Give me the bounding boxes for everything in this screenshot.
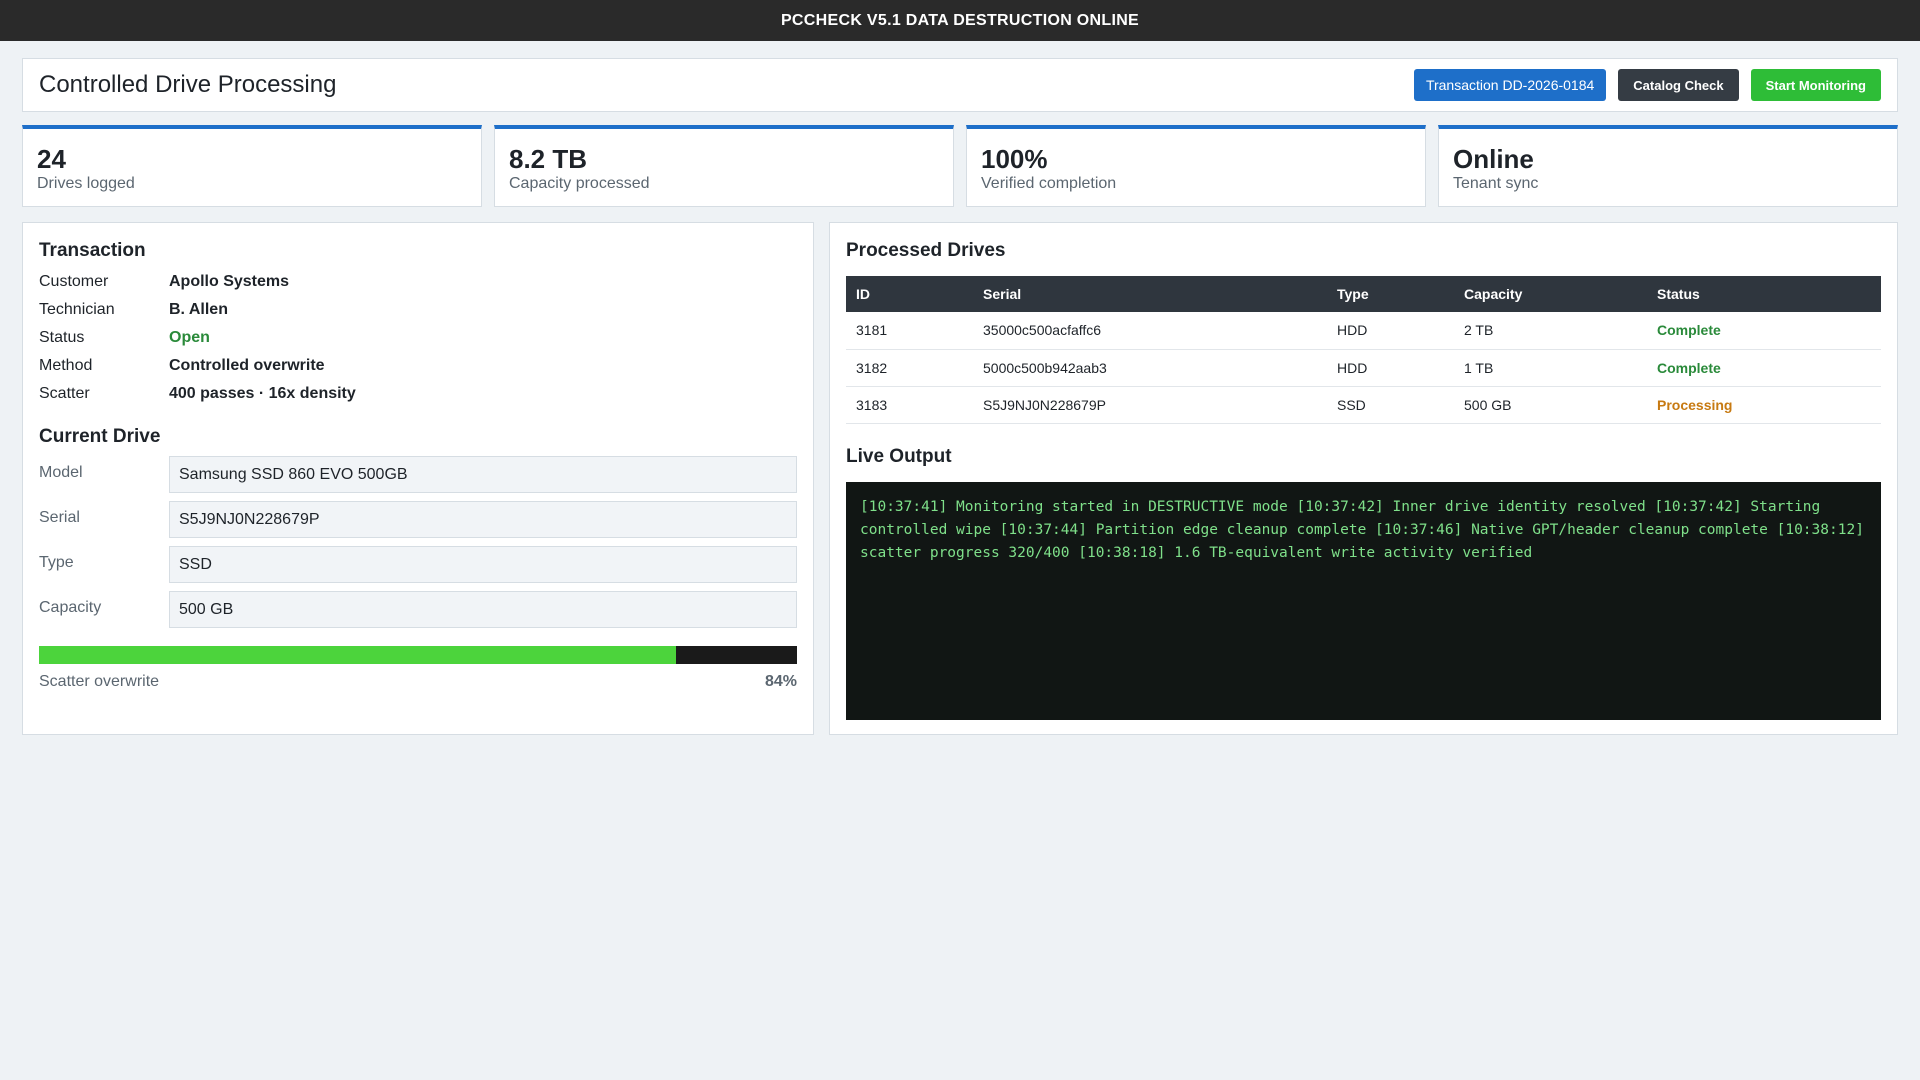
transaction-row-method: Method Controlled overwrite bbox=[39, 352, 797, 380]
stat-card-tenant-sync: Online Tenant sync bbox=[1438, 125, 1898, 207]
cell-type: SSD bbox=[1327, 386, 1454, 424]
transaction-key: Technician bbox=[39, 301, 115, 318]
cell-id: 3181 bbox=[846, 312, 973, 350]
column-header-type: Type bbox=[1337, 286, 1369, 302]
column-header-id: ID bbox=[856, 286, 870, 302]
table-row[interactable]: 3183 S5J9NJ0N228679P SSD 500 GB Processi… bbox=[846, 386, 1881, 424]
transaction-row-status: Status Open bbox=[39, 324, 797, 352]
stat-card-capacity-processed: 8.2 TB Capacity processed bbox=[494, 125, 954, 207]
field-row-type: Type SSD bbox=[39, 546, 797, 591]
processed-panel: Processed Drives ID Serial Type Capacity… bbox=[829, 222, 1898, 735]
stat-label: Drives logged bbox=[37, 175, 135, 192]
cell-capacity: 2 TB bbox=[1454, 312, 1647, 350]
capacity-field: 500 GB bbox=[169, 591, 797, 628]
type-field: SSD bbox=[169, 546, 797, 583]
stat-value: 100% bbox=[981, 144, 1048, 174]
transaction-value: Apollo Systems bbox=[169, 273, 290, 290]
stat-label: Capacity processed bbox=[509, 175, 650, 192]
stat-value: 24 bbox=[37, 144, 66, 174]
transaction-row-scatter: Scatter 400 passes · 16x density bbox=[39, 380, 797, 408]
cell-type: HDD bbox=[1327, 349, 1454, 387]
catalog-check-button[interactable]: Catalog Check bbox=[1618, 69, 1739, 101]
stat-label: Verified completion bbox=[981, 175, 1117, 192]
transaction-row-technician: Technician B. Allen bbox=[39, 296, 797, 324]
field-row-capacity: Capacity 500 GB bbox=[39, 591, 797, 636]
field-label: Model bbox=[39, 464, 83, 481]
start-monitoring-button[interactable]: Start Monitoring bbox=[1750, 69, 1881, 101]
transaction-value: Controlled overwrite bbox=[169, 357, 325, 374]
cell-capacity: 500 GB bbox=[1454, 386, 1647, 424]
cell-status: Complete bbox=[1647, 312, 1881, 350]
processed-drives-title: Processed Drives bbox=[846, 240, 1006, 261]
column-header-status: Status bbox=[1657, 286, 1700, 302]
table-row[interactable]: 3181 35000c500acfaffc6 HDD 2 TB Complete bbox=[846, 312, 1881, 350]
stat-value: 8.2 TB bbox=[509, 144, 588, 174]
transaction-button[interactable]: Transaction DD-2026-0184 bbox=[1413, 69, 1607, 101]
field-row-serial: Serial S5J9NJ0N228679P bbox=[39, 501, 797, 546]
transaction-panel: Transaction Customer Apollo Systems Tech… bbox=[22, 222, 814, 735]
model-field: Samsung SSD 860 EVO 500GB bbox=[169, 456, 797, 493]
scatter-progress-fill bbox=[39, 646, 676, 664]
stats-row: 24 Drives logged 8.2 TB Capacity process… bbox=[22, 125, 1898, 207]
field-row-model: Model Samsung SSD 860 EVO 500GB bbox=[39, 456, 797, 501]
transaction-row-customer: Customer Apollo Systems bbox=[39, 268, 797, 296]
cell-status: Complete bbox=[1647, 349, 1881, 387]
transaction-value: 400 passes · 16x density bbox=[169, 385, 356, 402]
stat-card-drives-logged: 24 Drives logged bbox=[22, 125, 482, 207]
cell-capacity: 1 TB bbox=[1454, 349, 1647, 387]
table-header-row: ID Serial Type Capacity Status bbox=[846, 276, 1881, 312]
transaction-value: B. Allen bbox=[169, 301, 228, 318]
stat-label: Tenant sync bbox=[1453, 175, 1539, 192]
transaction-key: Status bbox=[39, 329, 85, 346]
page-header: Controlled Drive Processing Transaction … bbox=[22, 58, 1898, 112]
table-row[interactable]: 3182 5000c500b942aab3 HDD 1 TB Complete bbox=[846, 349, 1881, 387]
transaction-key: Customer bbox=[39, 273, 109, 290]
progress-label: Scatter overwrite bbox=[39, 673, 160, 690]
live-output-console[interactable]: [10:37:41] Monitoring started in DESTRUC… bbox=[846, 481, 1881, 720]
current-drive-title: Current Drive bbox=[39, 426, 161, 447]
field-label: Serial bbox=[39, 509, 80, 526]
column-header-serial: Serial bbox=[983, 286, 1022, 302]
page-title: Controlled Drive Processing bbox=[39, 71, 337, 98]
header-actions: Transaction DD-2026-0184 Catalog Check S… bbox=[1413, 69, 1881, 101]
transaction-title: Transaction bbox=[39, 240, 146, 261]
transaction-key: Method bbox=[39, 357, 93, 374]
transaction-key: Scatter bbox=[39, 385, 90, 402]
serial-field: S5J9NJ0N228679P bbox=[169, 501, 797, 538]
cell-serial: 5000c500b942aab3 bbox=[973, 349, 1327, 387]
cell-type: HDD bbox=[1327, 312, 1454, 350]
scatter-progress-bar bbox=[39, 646, 797, 664]
app-title: PCCHECK V5.1 DATA DESTRUCTION ONLINE bbox=[780, 11, 1140, 29]
field-label: Type bbox=[39, 554, 74, 571]
field-label: Capacity bbox=[39, 599, 102, 616]
cell-id: 3182 bbox=[846, 349, 973, 387]
app-title-bar: PCCHECK V5.1 DATA DESTRUCTION ONLINE bbox=[0, 0, 1920, 41]
status-badge: Open bbox=[169, 329, 210, 346]
column-header-capacity: Capacity bbox=[1464, 286, 1523, 302]
cell-status: Processing bbox=[1647, 386, 1881, 424]
live-output-title: Live Output bbox=[846, 445, 952, 467]
cell-serial: S5J9NJ0N228679P bbox=[973, 386, 1327, 424]
cell-id: 3183 bbox=[846, 386, 973, 424]
cell-serial: 35000c500acfaffc6 bbox=[973, 312, 1327, 350]
progress-meta: Scatter overwrite 84% bbox=[39, 673, 797, 691]
stat-card-verified-completion: 100% Verified completion bbox=[966, 125, 1426, 207]
stat-value: Online bbox=[1453, 144, 1534, 174]
progress-percent: 84% bbox=[764, 673, 797, 690]
processed-drives-table: ID Serial Type Capacity Status 3181 3500… bbox=[846, 276, 1881, 424]
